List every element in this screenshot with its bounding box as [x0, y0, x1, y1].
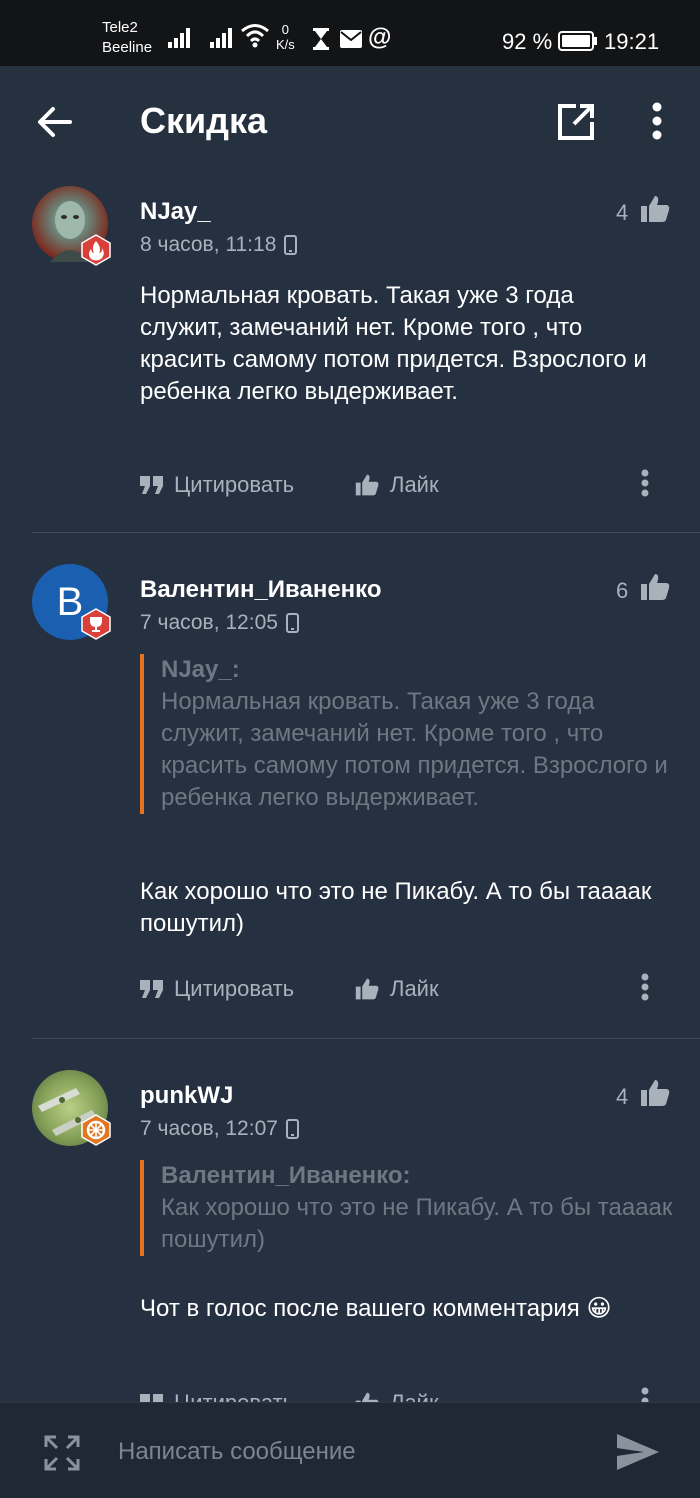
comment-time: 8 часов, 11:18 [140, 233, 277, 256]
quote-label: Цитировать [174, 1390, 294, 1402]
comment-text-content: Чот в голос после вашего комментария [140, 1295, 580, 1322]
like-label: Лайк [390, 1390, 439, 1402]
wheel-badge-icon [81, 1114, 111, 1146]
battery-icon [558, 31, 597, 51]
thumbs-up-icon[interactable] [640, 1078, 670, 1108]
hourglass-icon [313, 28, 329, 50]
like-count: 6 [616, 578, 629, 603]
more-vertical-icon[interactable] [640, 972, 650, 1002]
quote-block: Валентин_Иваненко: Как хорошо что это не… [140, 1160, 681, 1256]
comment-actions: Цитировать Лайк [140, 973, 670, 1006]
quote-label: Цитировать [174, 472, 295, 497]
comment-author[interactable]: NJay_ [140, 198, 211, 226]
quote-author: Валентин_Иваненко: [161, 1162, 411, 1189]
quote-button[interactable]: Цитировать [140, 976, 294, 1002]
comment-author[interactable]: Валентин_Иваненко [140, 576, 382, 604]
more-vertical-icon[interactable] [650, 102, 664, 142]
at-icon: @ [368, 24, 392, 51]
comment-text: Нормальная кровать. Такая уже 3 года слу… [140, 282, 647, 405]
battery-percent: 92 % [502, 29, 553, 54]
quote-text: Как хорошо что это не Пикабу. А то бы та… [161, 1194, 673, 1253]
signal-icon [168, 28, 190, 48]
divider [32, 532, 700, 533]
quote-button[interactable]: Цитировать [140, 1390, 294, 1402]
quote-block: NJay_: Нормальная кровать. Такая уже 3 г… [140, 654, 681, 814]
like-count: 4 [616, 1084, 629, 1109]
comment-text: Чот в голос после вашего комментария 😀 [140, 1292, 660, 1325]
comment-text: Как хорошо что это не Пикабу. А то бы та… [140, 878, 652, 937]
more-vertical-icon[interactable] [640, 468, 650, 498]
mail-icon [340, 30, 362, 48]
fire-badge-icon [81, 234, 111, 266]
comment-time: 7 часов, 12:07 [140, 1117, 278, 1140]
more-vertical-icon[interactable] [640, 1386, 650, 1402]
signal-icon-2 [210, 28, 232, 48]
quote-icon [140, 980, 163, 998]
carrier-names: Tele2 Beeline [102, 18, 152, 58]
quote-icon [140, 1394, 163, 1402]
comment-actions: Цитировать Лайк [140, 1387, 670, 1402]
carrier-2: Beeline [102, 39, 153, 56]
comment-time: 7 часов, 12:05 [140, 611, 278, 634]
comment-meta: 8 часов, 11:18 [140, 233, 298, 257]
expand-icon[interactable] [42, 1433, 82, 1473]
comment-author[interactable]: punkWJ [140, 1082, 233, 1110]
net-speed-unit: K/s [276, 37, 295, 52]
like-button[interactable]: Лайк [354, 472, 439, 498]
app-bar: Скидка [0, 66, 700, 180]
quote-author: NJay_: [161, 656, 240, 683]
comment-meta: 7 часов, 12:05 [140, 611, 299, 635]
arrow-left-icon[interactable] [36, 106, 72, 138]
clock: 19:21 [604, 29, 660, 54]
send-icon[interactable] [616, 1433, 660, 1471]
divider [32, 1038, 700, 1039]
like-button[interactable]: Лайк [354, 976, 439, 1002]
like-label: Лайк [390, 976, 439, 1001]
page-title: Скидка [140, 100, 268, 141]
thumbs-up-icon[interactable] [640, 194, 670, 224]
message-input[interactable] [116, 1427, 590, 1477]
quote-label: Цитировать [174, 976, 295, 1001]
message-composer [0, 1402, 700, 1498]
thumbs-up-icon [355, 474, 379, 496]
quote-button[interactable]: Цитировать [140, 472, 294, 498]
thumbs-up-icon [355, 978, 379, 1000]
comments-list[interactable]: NJay_ 8 часов, 11:18 4 Нормальная кроват… [0, 180, 700, 1402]
phone-icon [284, 235, 298, 256]
emoji-icon: 😀 [586, 1294, 612, 1322]
status-bar: Tele2 Beeline 0 K/s @ 92 % 19:21 [0, 0, 700, 66]
like-count: 4 [616, 200, 629, 225]
net-speed: 0 K/s [276, 22, 295, 52]
thumbs-up-icon[interactable] [640, 572, 670, 602]
carrier-1: Tele2 [102, 19, 138, 36]
trophy-badge-icon [81, 608, 111, 640]
phone-icon [285, 1119, 299, 1140]
open-external-icon[interactable] [556, 102, 596, 142]
phone-icon [285, 613, 299, 634]
quote-text: Нормальная кровать. Такая уже 3 года слу… [161, 688, 668, 811]
like-label: Лайк [390, 472, 439, 497]
net-speed-value: 0 [281, 22, 290, 37]
thumbs-up-icon [355, 1392, 379, 1402]
comment-actions: Цитировать Лайк [140, 469, 670, 502]
comment-meta: 7 часов, 12:07 [140, 1117, 299, 1141]
wifi-icon [241, 24, 269, 48]
like-button[interactable]: Лайк [354, 1390, 439, 1402]
quote-icon [140, 476, 163, 494]
